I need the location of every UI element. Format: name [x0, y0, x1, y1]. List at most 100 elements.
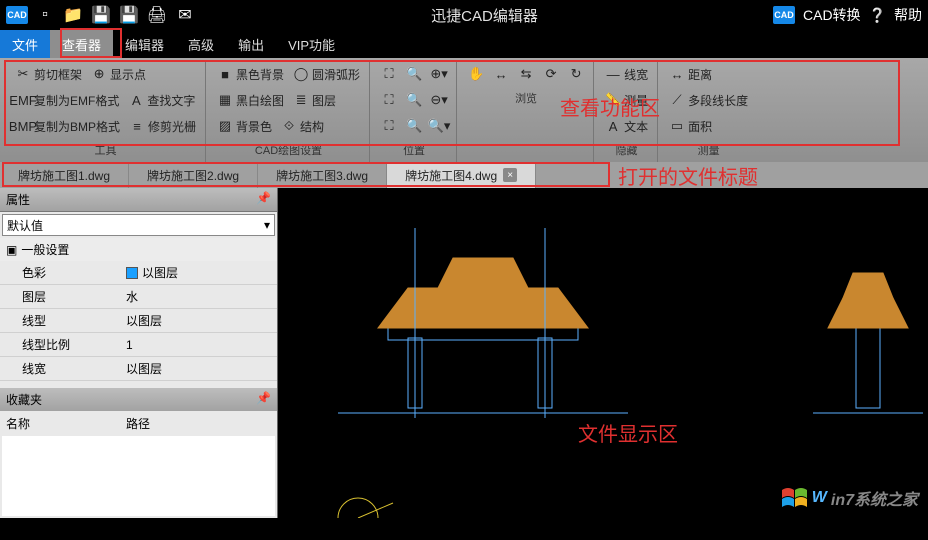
windows-logo-icon [780, 484, 808, 512]
ribbon-button[interactable]: ⊖▾ [428, 91, 450, 109]
menu-output[interactable]: 输出 [226, 30, 276, 58]
document-tab[interactable]: 牌坊施工图1.dwg [0, 162, 129, 188]
ribbon-button[interactable]: —线宽 [602, 65, 651, 84]
ribbon-icon: ▭ [669, 118, 685, 134]
properties-section[interactable]: ▣ 一般设置 [0, 238, 277, 261]
favorites-title-text: 收藏夹 [6, 391, 42, 408]
ribbon-button[interactable]: ■黑色背景 [214, 65, 287, 84]
ribbon-icon: ⛶ [381, 92, 397, 108]
property-value: 以图层 [120, 357, 277, 380]
ribbon-button[interactable]: EMF复制为EMF格式 [12, 91, 122, 110]
ribbon-button[interactable]: ▨背景色 [214, 117, 275, 136]
save-icon[interactable]: 💾 [90, 4, 112, 26]
document-tab[interactable]: 牌坊施工图4.dwg× [387, 162, 536, 188]
property-key: 色彩 [0, 261, 120, 284]
quick-access-toolbar: CAD ▫ 📁 💾 💾 🖨 ✉ [6, 4, 196, 26]
ribbon-icon: ⟋ [669, 92, 685, 108]
property-row[interactable]: 图层水 [0, 285, 277, 309]
open-file-icon[interactable]: 📁 [62, 4, 84, 26]
ribbon-button[interactable]: ⟋多段线长度 [666, 91, 751, 110]
workarea: 属性 📌 默认值 ▾ ▣ 一般设置 色彩以图层图层水线型以图层线型比例1线宽以图… [0, 188, 928, 518]
ribbon-group-label: 工具 [95, 140, 117, 162]
help-icon[interactable]: ❔ [869, 7, 886, 24]
ribbon-button[interactable]: 🔍 [403, 91, 425, 109]
menu-advanced[interactable]: 高级 [176, 30, 226, 58]
property-value: 1 [120, 333, 277, 356]
property-key: 线型比例 [0, 333, 120, 356]
pin-icon[interactable]: 📌 [256, 391, 271, 408]
app-title: 迅捷CAD编辑器 [196, 5, 773, 26]
ribbon-button[interactable]: ≣图层 [290, 91, 339, 110]
ribbon-button-label: 距离 [688, 66, 712, 83]
document-tab-label: 牌坊施工图1.dwg [18, 167, 110, 184]
save-as-icon[interactable]: 💾 [118, 4, 140, 26]
ribbon-icon: A [128, 92, 144, 108]
menu-file[interactable]: 文件 [0, 30, 50, 58]
annotation-canvas-label: 文件显示区 [578, 418, 678, 447]
ribbon-icon: 🔍▾ [431, 118, 447, 134]
ribbon-button[interactable]: ↔距离 [666, 65, 715, 84]
help-label[interactable]: 帮助 [894, 5, 922, 25]
properties-combo-value: 默认值 [7, 217, 43, 234]
ribbon-button[interactable]: ✂剪切框架 [12, 65, 85, 84]
ribbon-button-label: 黑白绘图 [236, 92, 284, 109]
ribbon-icon: 🔍 [406, 66, 422, 82]
ribbon-button-label: 复制为EMF格式 [34, 92, 119, 109]
favorites-col-name: 名称 [6, 415, 126, 432]
document-tab[interactable]: 牌坊施工图3.dwg [258, 162, 387, 188]
property-row[interactable]: 线宽以图层 [0, 357, 277, 381]
ribbon-button[interactable]: ⛶ [378, 91, 400, 109]
property-key: 图层 [0, 285, 120, 308]
annotation-tabs-label: 打开的文件标题 [618, 161, 758, 190]
property-row[interactable]: 线型比例1 [0, 333, 277, 357]
drawing-canvas[interactable]: 文件显示区 Win7系统之家 [278, 188, 928, 518]
ribbon-button[interactable]: ⇆ [515, 65, 537, 83]
ribbon-button[interactable]: ⟐结构 [278, 117, 327, 136]
ribbon-icon: ↔ [493, 66, 509, 82]
ribbon-group: ⛶🔍⊕▾⛶🔍⊖▾⛶🔍🔍▾位置 [372, 62, 457, 162]
ribbon-icon: ⊕ [91, 66, 107, 82]
email-icon[interactable]: ✉ [174, 4, 196, 26]
property-row[interactable]: 线型以图层 [0, 309, 277, 333]
property-value: 以图层 [120, 261, 277, 284]
ribbon-icon: ⇆ [518, 66, 534, 82]
ribbon-button[interactable]: ⊕显示点 [88, 65, 149, 84]
ribbon-button-label: 显示点 [110, 66, 146, 83]
ribbon-icon: ▨ [217, 118, 233, 134]
ribbon-button[interactable]: ≡修剪光栅 [126, 117, 199, 136]
property-row[interactable]: 色彩以图层 [0, 261, 277, 285]
ribbon-button[interactable]: ▦黑白绘图 [214, 91, 287, 110]
annotation-ribbon-label: 查看功能区 [560, 92, 660, 121]
properties-combo[interactable]: 默认值 ▾ [2, 214, 275, 236]
properties-section-label: 一般设置 [21, 241, 69, 258]
ribbon-button[interactable]: ⛶ [378, 65, 400, 83]
menu-vip[interactable]: VIP功能 [276, 30, 347, 58]
close-icon[interactable]: × [503, 168, 517, 182]
menu-editor[interactable]: 编辑器 [113, 30, 176, 58]
pin-icon[interactable]: 📌 [256, 191, 271, 205]
favorites-columns: 名称 路径 [0, 411, 277, 436]
pencil-icon[interactable]: ✎ [911, 34, 924, 54]
ribbon-button[interactable]: ▭面积 [666, 117, 715, 136]
ribbon-button[interactable]: ⛶ [378, 117, 400, 135]
cad-convert-button[interactable]: CAD转换 [803, 5, 861, 25]
ribbon-button[interactable]: ⟳ [540, 65, 562, 83]
ribbon-button[interactable]: A查找文字 [125, 91, 198, 110]
menu-viewer[interactable]: 查看器 [50, 30, 113, 58]
ribbon-button[interactable]: ↻ [565, 65, 587, 83]
ribbon-icon: ⟐ [281, 118, 297, 134]
new-file-icon[interactable]: ▫ [34, 4, 56, 26]
ribbon-button[interactable]: 🔍 [403, 117, 425, 135]
ribbon-button[interactable]: 🔍▾ [428, 117, 450, 135]
ribbon-button[interactable]: ◯圆滑弧形 [290, 65, 363, 84]
ribbon-button[interactable]: ✋ [465, 65, 487, 83]
ribbon-button[interactable]: BMP复制为BMP格式 [12, 117, 123, 136]
ribbon-button[interactable]: ↔ [490, 65, 512, 83]
property-key: 线型 [0, 309, 120, 332]
ribbon-button[interactable]: ⊕▾ [428, 65, 450, 83]
ribbon-group: ■黑色背景◯圆滑弧形▦黑白绘图≣图层▨背景色⟐结构CAD绘图设置 [208, 62, 370, 162]
print-icon[interactable]: 🖨 [146, 4, 168, 26]
document-tab[interactable]: 牌坊施工图2.dwg [129, 162, 258, 188]
ribbon-button[interactable]: 🔍 [403, 65, 425, 83]
properties-title-text: 属性 [6, 193, 30, 207]
